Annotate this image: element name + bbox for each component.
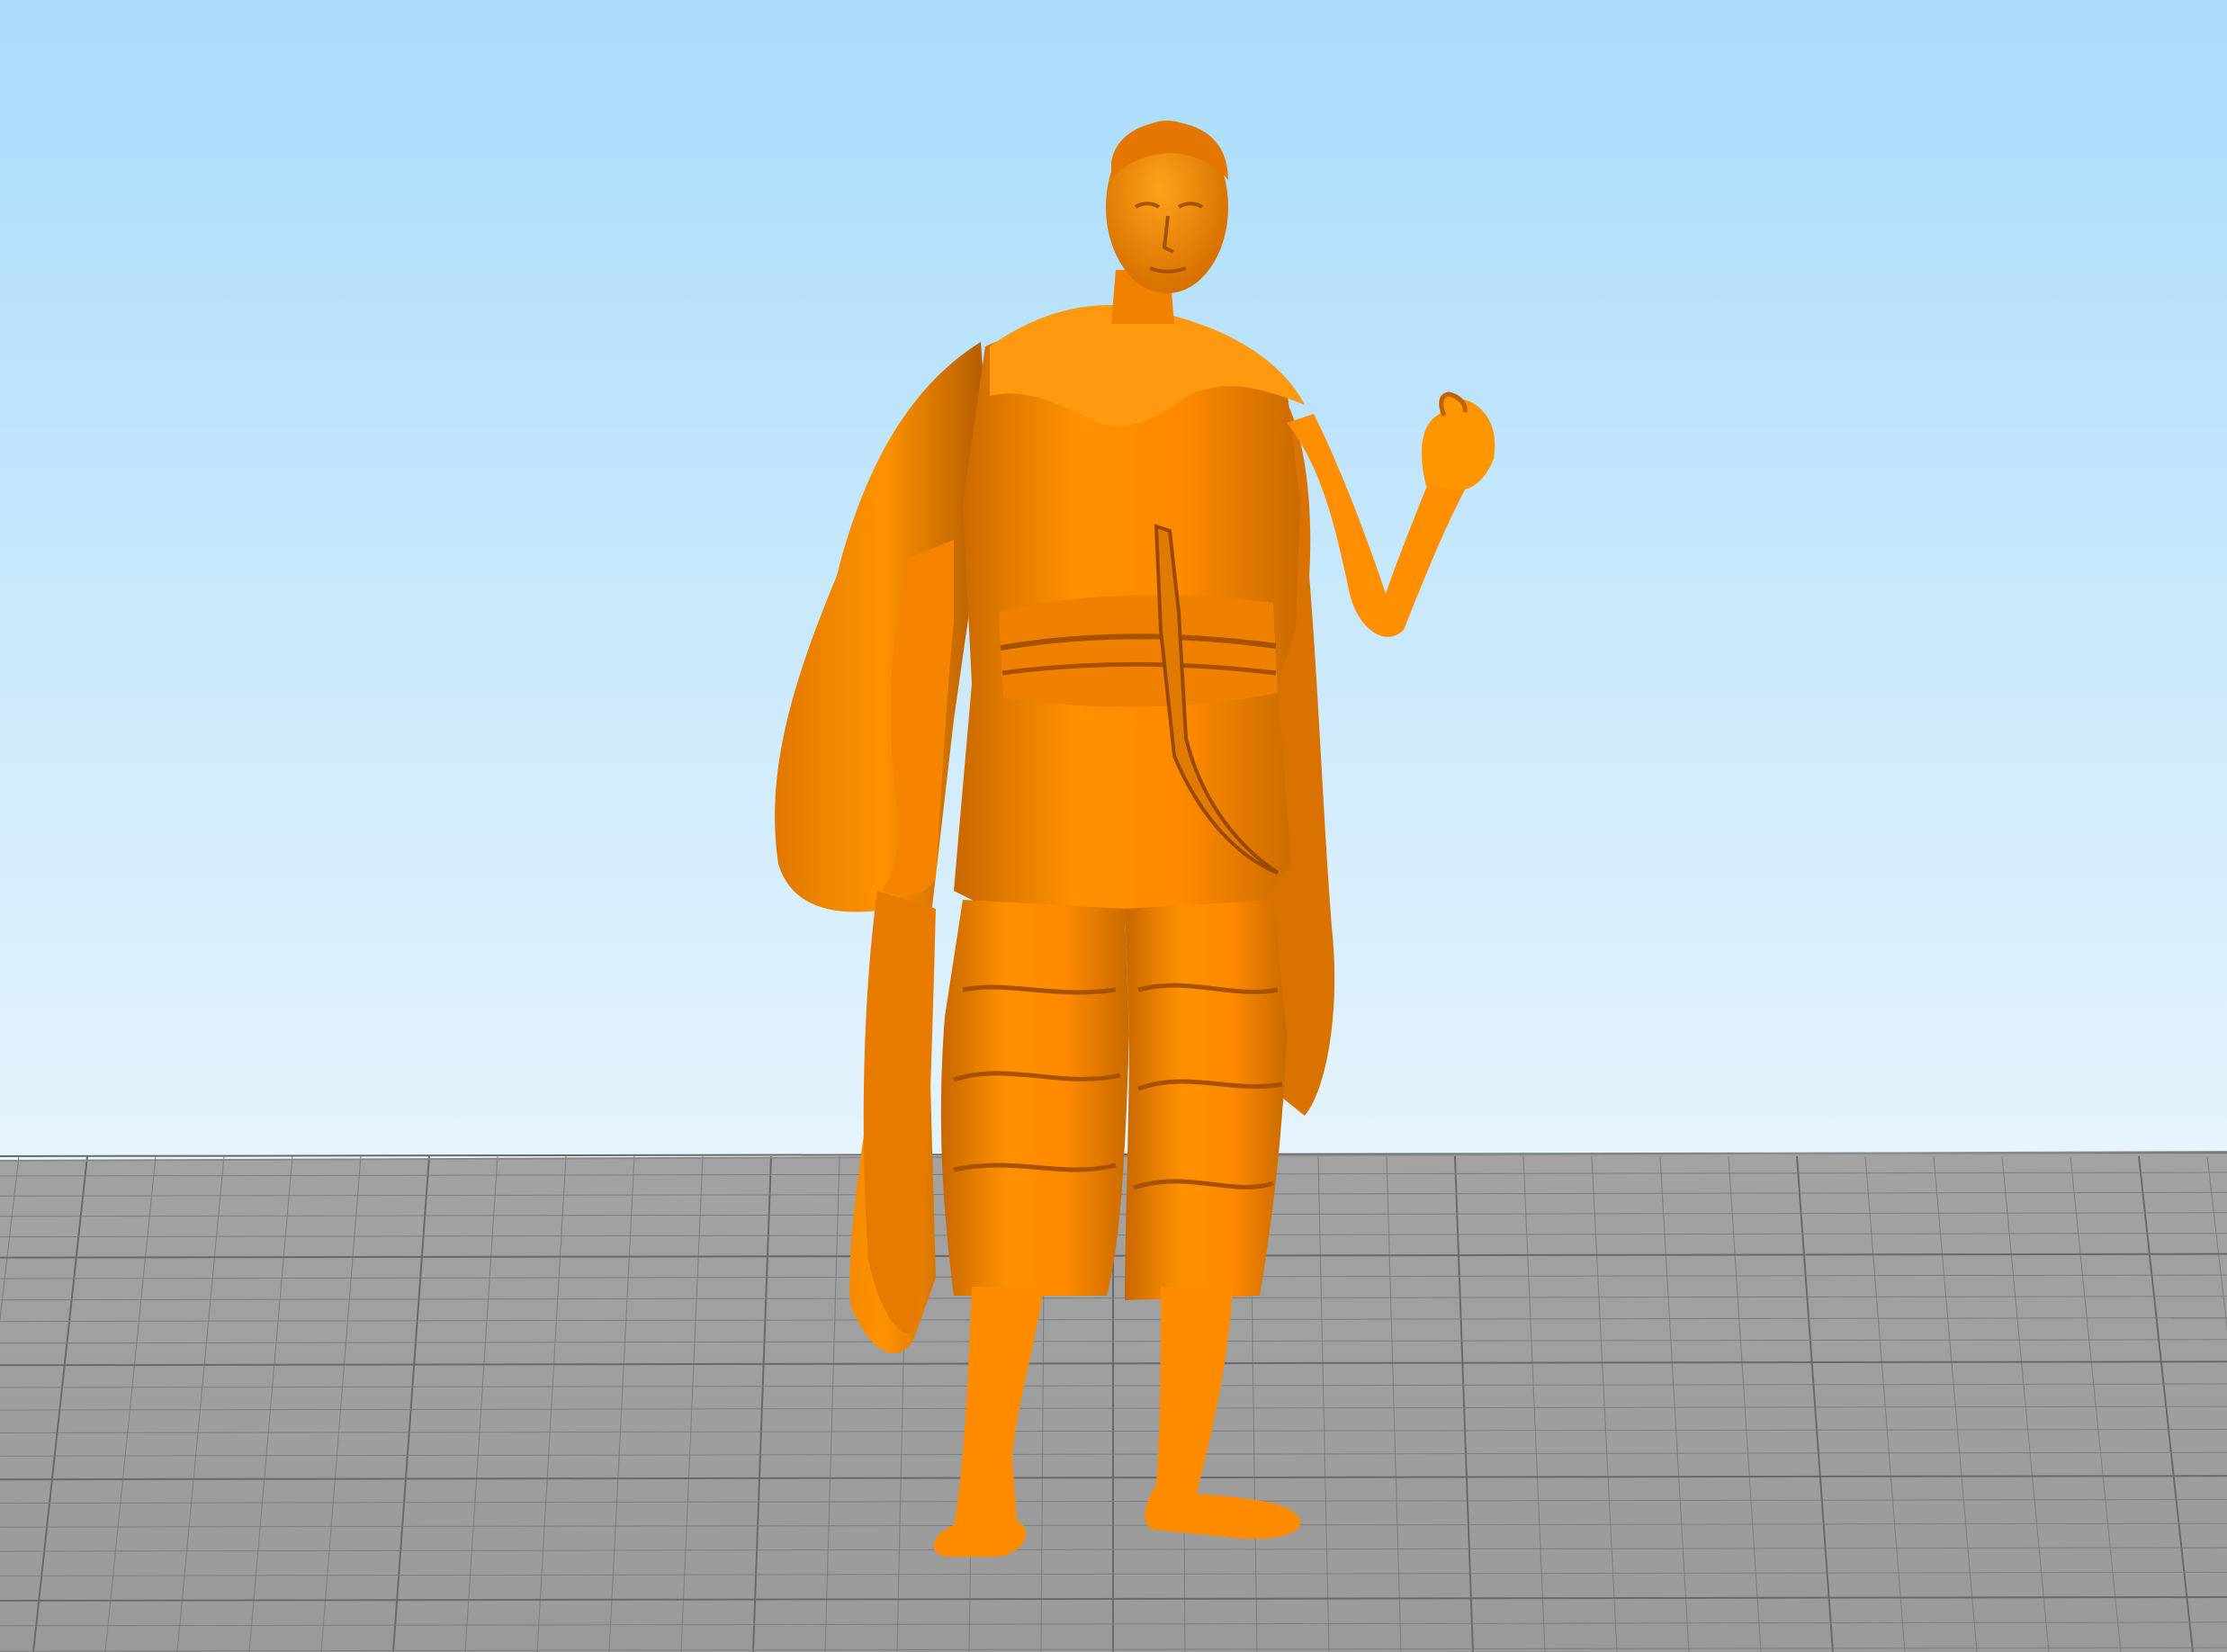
- model-trousers-right: [1125, 900, 1287, 1300]
- model-trousers-left: [940, 900, 1129, 1296]
- viewport-canvas[interactable]: [0, 0, 2227, 1652]
- model-sash: [999, 595, 1278, 707]
- 3d-viewport[interactable]: [0, 0, 2227, 1652]
